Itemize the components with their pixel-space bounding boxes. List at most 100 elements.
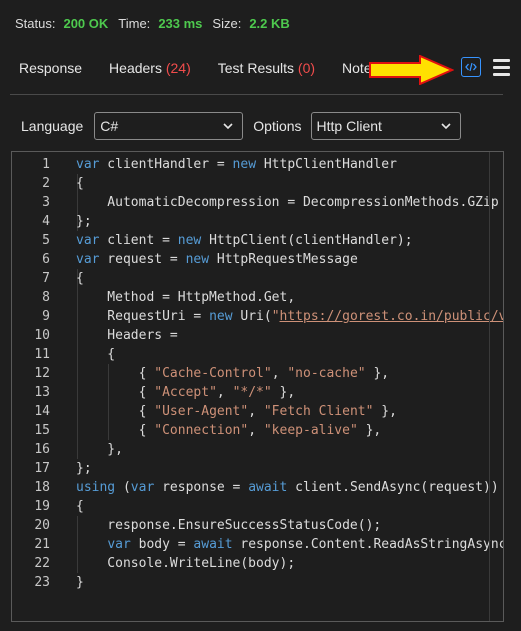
code-line: 10 Headers = [12, 326, 503, 345]
line-number: 12 [34, 366, 50, 381]
chevron-down-icon [440, 123, 451, 130]
status-label: Status: [15, 15, 56, 31]
code-text: { "Accept", "*/*" }, [76, 383, 296, 402]
code-text: { [76, 345, 115, 364]
code-token: request = [99, 252, 186, 267]
code-token: client = [99, 233, 178, 248]
code-text: { [76, 174, 84, 193]
code-text: var body = await response.Content.ReadAs… [76, 535, 504, 554]
code-line: 6 var request = new HttpRequestMessage [12, 250, 503, 269]
line-number: 13 [34, 385, 50, 400]
code-token: RequestUri = [76, 309, 210, 324]
line-number: 17 [34, 461, 50, 476]
hamburger-menu-icon[interactable] [493, 59, 510, 76]
code-text: var client = new HttpClient(clientHandle… [76, 231, 413, 250]
code-line: 7{ [12, 269, 503, 288]
code-token: , [248, 404, 264, 419]
code-token: body = [130, 537, 194, 552]
code-token: { [76, 271, 84, 286]
line-number: 7 [42, 271, 50, 286]
code-line: 16 }, [12, 440, 503, 459]
code-options-bar: Language C# Options Http Client [21, 112, 461, 140]
tab-test-results[interactable]: Test Results (0) [209, 60, 315, 76]
code-text: { [76, 269, 84, 288]
code-token: { [76, 176, 84, 191]
code-token: new [185, 252, 210, 267]
code-line: 13 { "Accept", "*/*" }, [12, 383, 503, 402]
code-token: } [76, 575, 84, 590]
code-token: { [76, 385, 155, 400]
time-label: Time: [118, 15, 151, 31]
code-text: AutomaticDecompression = DecompressionMe… [76, 193, 499, 212]
code-token: response = [154, 480, 249, 495]
line-number: 5 [42, 233, 50, 248]
code-token: var [76, 233, 100, 248]
code-line: 11 { [12, 345, 503, 364]
tab-test-results-label: Test Results [217, 60, 295, 76]
code-token: }; [76, 214, 92, 229]
code-token: var [76, 157, 100, 172]
time-value: 233 ms [158, 15, 203, 31]
size-label: Size: [212, 15, 242, 31]
code-token: await [248, 480, 288, 495]
code-token: HttpRequestMessage [209, 252, 358, 267]
tab-headers-label: Headers [109, 60, 162, 76]
code-line: 15 { "Connection", "keep-alive" }, [12, 421, 503, 440]
code-token: }; [76, 461, 92, 476]
code-text: } [76, 573, 84, 592]
code-token: "Cache-Control" [154, 366, 272, 381]
code-editor[interactable]: 1 var clientHandler = new HttpClientHandl… [11, 151, 504, 622]
code-token: Method = HttpMethod.Get, [76, 290, 296, 305]
code-token: var [107, 537, 131, 552]
line-number: 22 [34, 556, 50, 571]
yellow-arrow-annotation [369, 55, 454, 85]
line-number: 19 [34, 499, 50, 514]
code-lines: 1 var clientHandler = new HttpClientHandl… [12, 155, 503, 592]
code-token: "no-cache" [287, 366, 366, 381]
line-number: 8 [42, 290, 50, 305]
code-text: var clientHandler = new HttpClientHandle… [76, 155, 397, 174]
language-select-value: C# [100, 118, 119, 134]
code-token: Uri( [232, 309, 272, 324]
line-number: 15 [34, 423, 50, 438]
code-token: "Fetch Client" [263, 404, 374, 419]
code-line: 2{ [12, 174, 503, 193]
line-number: 21 [34, 537, 50, 552]
code-token: new [232, 157, 257, 172]
code-text: using (var response = await client.SendA… [76, 478, 499, 497]
code-token: response.Content.ReadAsStringAsync( [232, 537, 504, 552]
line-number: 2 [42, 176, 50, 191]
tab-headers[interactable]: Headers (24) [100, 60, 191, 76]
code-line: 4}; [12, 212, 503, 231]
code-text: { "User-Agent", "Fetch Client" }, [76, 402, 397, 421]
line-number: 16 [34, 442, 50, 457]
code-text: RequestUri = new Uri("https://gorest.co.… [76, 307, 503, 326]
code-token: AutomaticDecompression = DecompressionMe… [76, 195, 499, 210]
vertical-scrollbar[interactable] [489, 152, 503, 621]
options-select-value: Http Client [316, 118, 382, 134]
line-number: 18 [34, 480, 50, 495]
code-token: { [76, 347, 116, 362]
code-token: , [216, 385, 233, 400]
code-token: ( [115, 480, 131, 495]
tab-response[interactable]: Response [10, 60, 82, 76]
options-select[interactable]: Http Client [310, 112, 461, 140]
code-line: 3 AutomaticDecompression = Decompression… [12, 193, 503, 212]
code-text: }; [76, 212, 92, 231]
language-select[interactable]: C# [94, 112, 244, 140]
line-number: 14 [34, 404, 50, 419]
code-token: var [130, 480, 155, 495]
code-token: { [76, 366, 155, 381]
line-number: 1 [42, 157, 50, 172]
code-text: Method = HttpMethod.Get, [76, 288, 295, 307]
line-number: 10 [34, 328, 50, 343]
code-line: 22 Console.WriteLine(body); [12, 554, 503, 573]
line-number: 4 [42, 214, 50, 229]
code-line: 20 response.EnsureSuccessStatusCode(); [12, 516, 503, 535]
code-token: "User-Agent" [154, 404, 249, 419]
code-line: 17}; [12, 459, 503, 478]
code-snippet-button[interactable] [461, 57, 481, 77]
line-number: 20 [34, 518, 50, 533]
code-token: await [193, 537, 233, 552]
code-token: }, [76, 442, 123, 457]
